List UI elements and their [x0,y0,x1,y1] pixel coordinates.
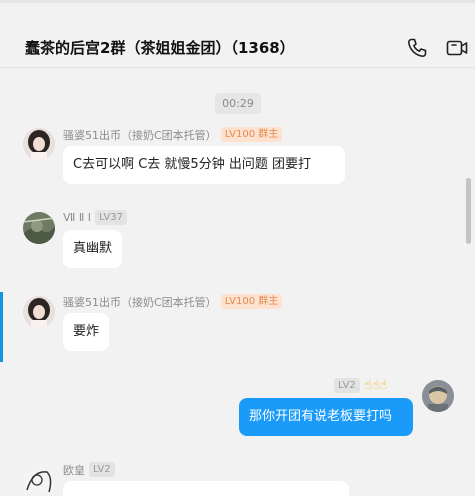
message-sender-line: 欧皇 LV2 [63,462,115,477]
message-bubble[interactable]: C去可以啊 C去 就慢5分钟 出问题 团要打 [63,146,345,184]
timestamp: 00:29 [215,93,261,114]
level-badge: LV100 群主 [220,127,283,142]
message-sender-line: Ⅶ Ⅱ Ⅰ LV37 [63,210,128,225]
level-badge: LV2 [334,378,360,393]
level-badge: LV2 [89,462,115,477]
sender-name[interactable]: 欧皇 [63,462,85,478]
phone-icon[interactable] [405,36,429,60]
message-sender-line: 骚婆51出币（接奶C团本托管） LV100 群主 [63,127,283,143]
message-bubble[interactable]: 那你开团有说老板要打吗 [239,398,413,436]
avatar-self-icon [422,380,454,412]
message-sender-line: 骚婆51出币（接奶C团本托管） LV100 群主 [63,294,283,310]
avatar-landscape-icon [23,212,55,244]
sender-name[interactable]: 骚婆51出币（接奶C团本托管） [63,127,217,143]
avatar-girl-icon [23,296,55,328]
avatar[interactable] [23,464,55,496]
pointing-up-emoji-icon: ☝☝☝ [363,378,388,393]
message-bubble[interactable] [63,481,349,496]
sender-name[interactable]: 骚婆51出币（接奶C团本托管） [63,294,217,310]
chat-title: 蠢茶的后宫2群（茶姐姐金团）（1368） [25,39,295,57]
message-bubble[interactable]: 真幽默 [63,230,123,268]
message-sender-line: LV2 ☝☝☝ [334,378,387,393]
avatar[interactable] [23,212,55,244]
chat-header: 蠢茶的后宫2群（茶姐姐金团）（1368） [0,0,475,68]
scrollbar-thumb[interactable] [466,178,471,244]
sender-name[interactable]: Ⅶ Ⅱ Ⅰ [63,211,91,224]
scrollbar[interactable] [466,68,473,496]
level-badge: LV37 [94,210,128,225]
avatar[interactable] [23,128,55,160]
level-badge: LV100 群主 [220,294,283,309]
avatar-sketch-icon [23,464,55,496]
message-bubble[interactable]: 要炸 [63,313,110,351]
avatar[interactable] [422,380,454,412]
avatar-girl-icon [23,128,55,160]
avatar[interactable] [23,296,55,328]
active-chat-marker [0,292,3,362]
video-call-icon[interactable] [445,36,469,60]
